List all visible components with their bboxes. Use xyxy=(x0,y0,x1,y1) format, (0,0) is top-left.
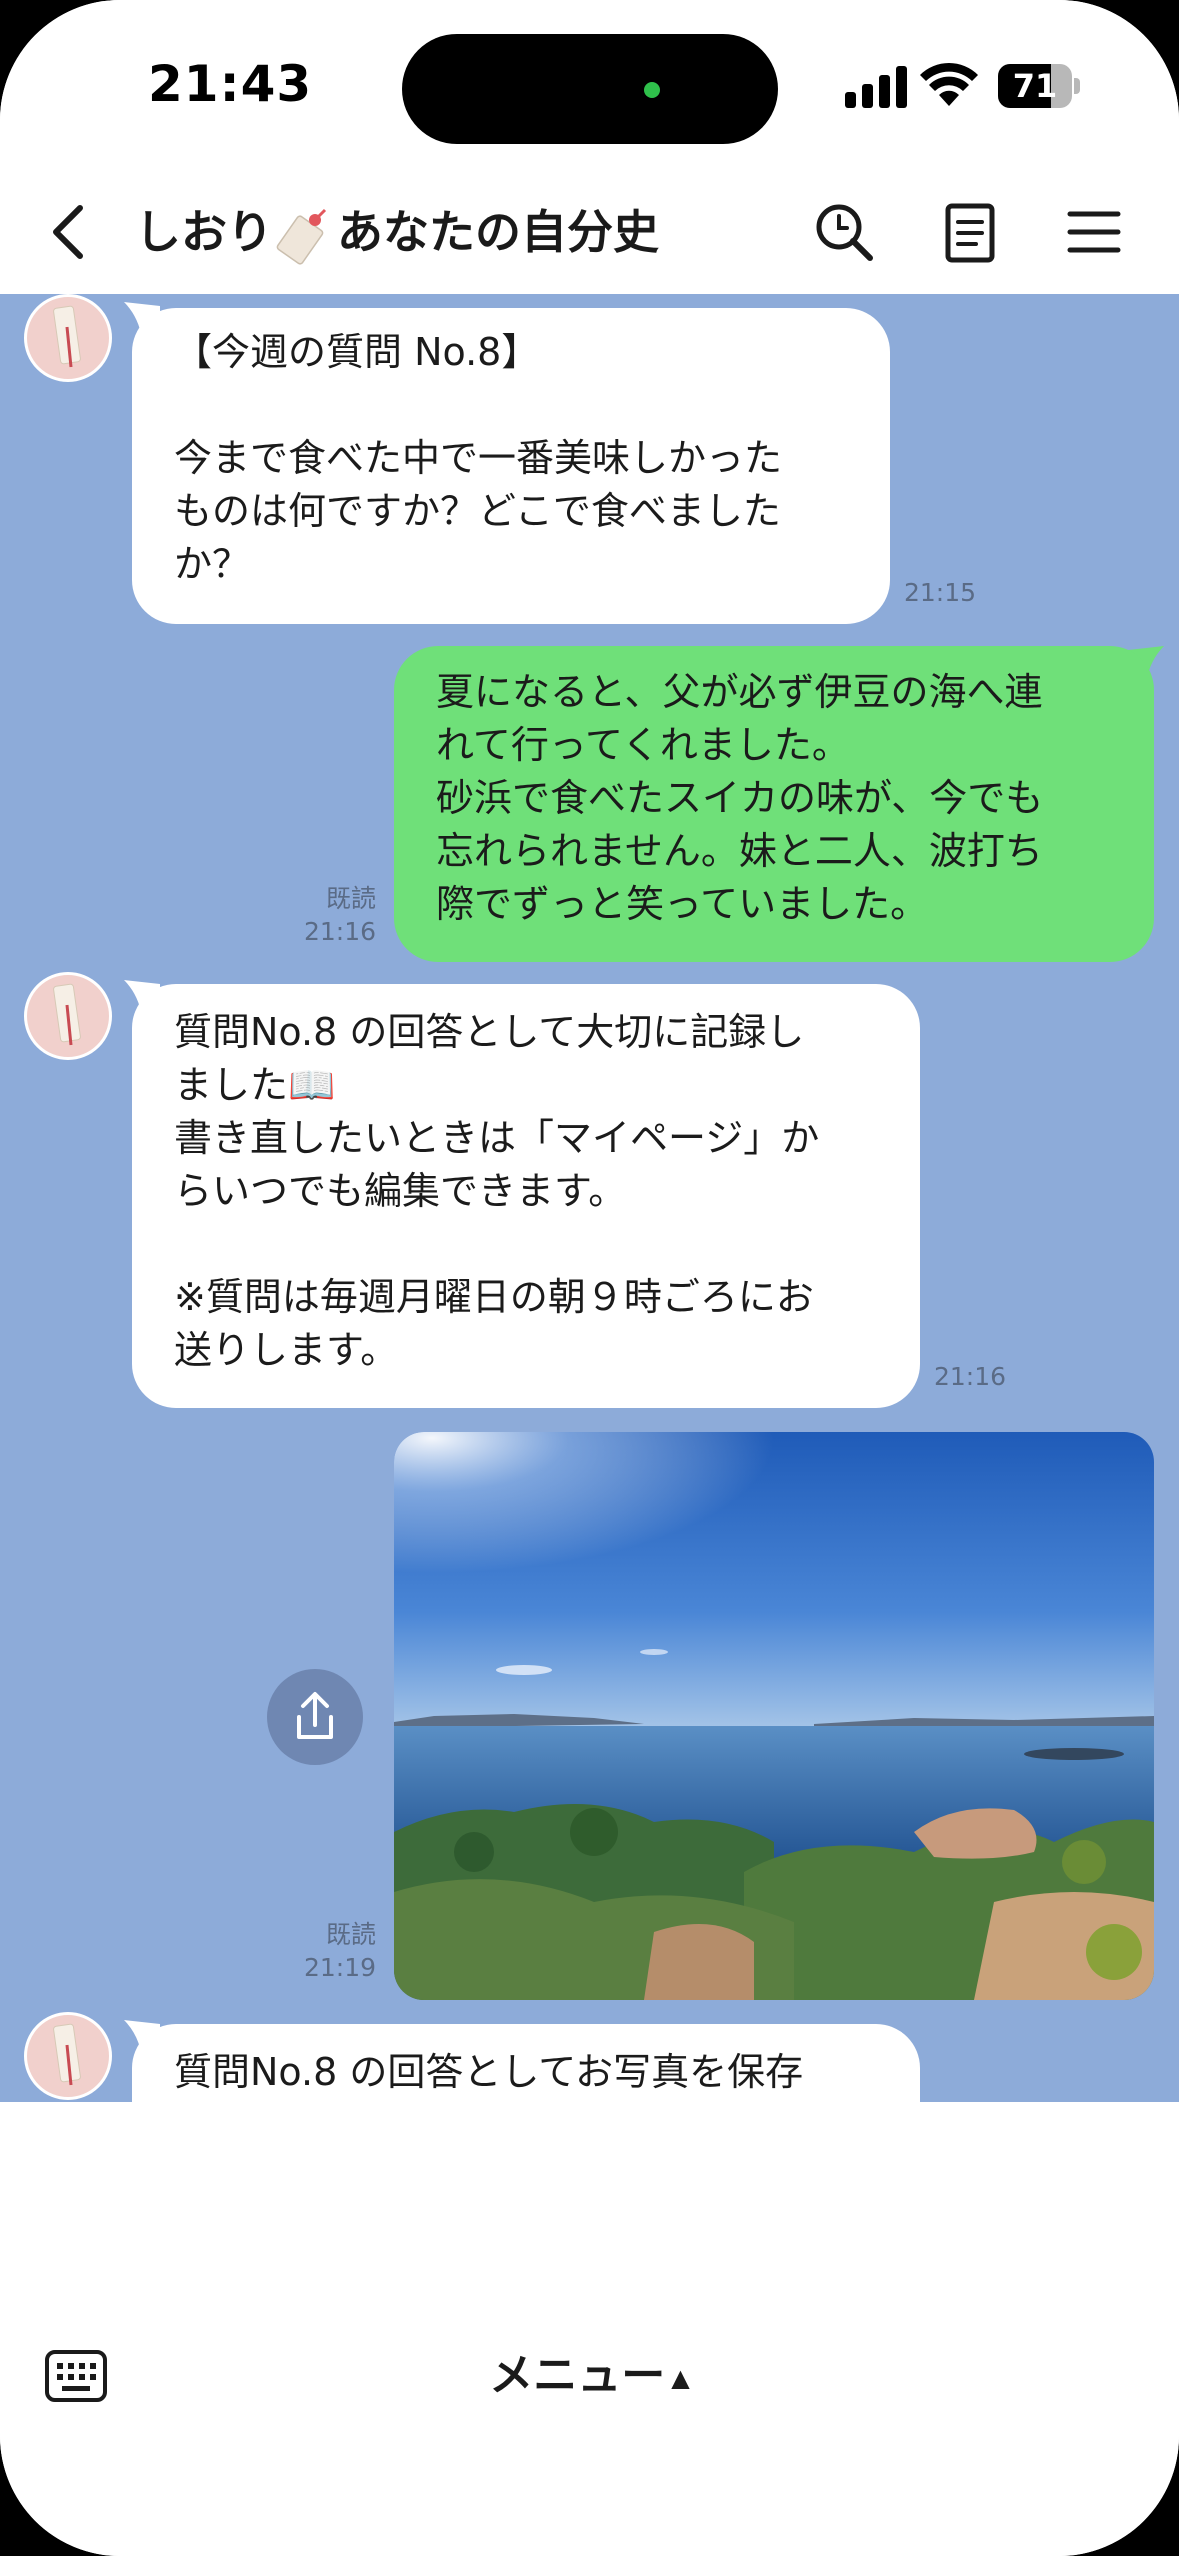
rich-menu-toggle[interactable]: メニュー ▲ xyxy=(0,2346,1179,2408)
status-bar: 21:43 71 xyxy=(0,0,1179,170)
wifi-icon xyxy=(920,62,978,106)
search-icon[interactable] xyxy=(810,198,878,266)
message-bubble-outgoing[interactable]: 夏になると、父が必ず伊豆の海へ連 れて行ってくれました。 砂浜で食べたスイカの味… xyxy=(394,646,1154,962)
message-bubble-incoming[interactable]: 【今週の質問 No.8】 今まで食べた中で一番美味しかった ものは何ですか？どこ… xyxy=(132,308,890,624)
menu-label: メニュー xyxy=(489,2350,666,2401)
bot-avatar[interactable] xyxy=(24,2012,112,2100)
status-time: 21:43 xyxy=(148,55,313,113)
share-icon xyxy=(297,1692,333,1739)
battery-icon: 71 xyxy=(998,64,1080,108)
bookmark-tag-icon xyxy=(276,208,327,265)
message-bubble-incoming[interactable]: 質問No.8 の回答としてお写真を保存 しました📷（合計１枚） 一緒にコメントが… xyxy=(132,2024,920,2102)
sent-photo[interactable] xyxy=(394,1432,1154,2000)
chat-title: しおり あなたの自分史 xyxy=(135,194,659,270)
title-name: しおり xyxy=(135,205,273,259)
notes-icon[interactable] xyxy=(936,198,1004,266)
menu-arrow-icon: ▲ xyxy=(671,2364,690,2392)
title-subtitle: あなたの自分史 xyxy=(337,205,659,259)
message-time: 21:19 xyxy=(303,1953,376,1982)
message-time: 21:16 xyxy=(303,917,376,946)
battery-percentage: 71 xyxy=(1012,67,1058,105)
message-time: 21:16 xyxy=(933,1362,1006,1391)
read-receipt: 既読 21:19 xyxy=(280,1918,376,1984)
hamburger-menu-icon[interactable] xyxy=(1060,198,1128,266)
read-label: 既読 xyxy=(325,1920,376,1949)
chat-area[interactable]: 【今週の質問 No.8】 今まで食べた中で一番美味しかった ものは何ですか？どこ… xyxy=(0,294,1179,2102)
bot-avatar[interactable] xyxy=(24,294,112,382)
bottom-menu-bar: メニュー ▲ xyxy=(0,2302,1179,2556)
chat-header: しおり あなたの自分史 xyxy=(0,170,1179,294)
message-bubble-incoming[interactable]: 質問No.8 の回答として大切に記録し ました📖 書き直したいときは「マイページ… xyxy=(132,984,920,1408)
dynamic-island xyxy=(402,34,778,144)
message-time: 21:15 xyxy=(903,578,976,607)
share-button[interactable] xyxy=(267,1669,363,1765)
back-arrow-icon[interactable] xyxy=(44,200,94,264)
phone-screen: 21:43 71 しおり あなたの自分史 【今週の質問 No.8】 今まで食べた… xyxy=(0,0,1179,2556)
bot-avatar[interactable] xyxy=(24,972,112,1060)
cellular-signal-icon xyxy=(845,66,907,108)
read-label: 既読 xyxy=(325,884,376,913)
read-receipt: 既読 21:16 xyxy=(280,882,376,948)
